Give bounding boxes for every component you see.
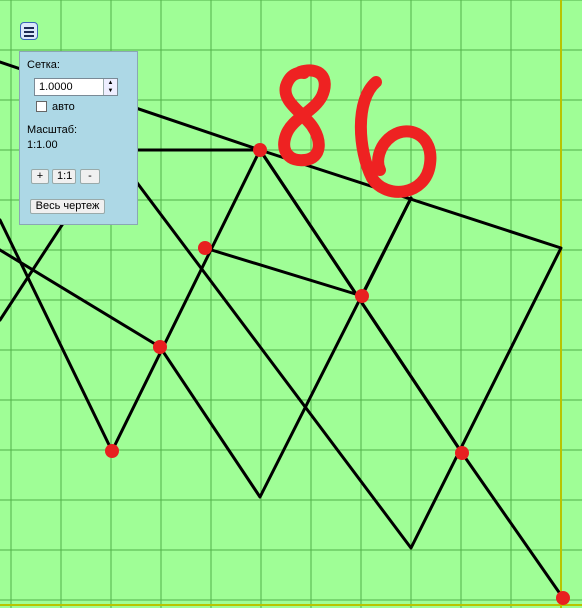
- scale-value: 1:1.00: [27, 139, 58, 151]
- figure-line-cross: [203, 196, 413, 298]
- settings-panel: Сетка: ▲ ▼ авто Масштаб: 1:1.00 + 1:1 - …: [19, 51, 138, 225]
- hamburger-menu-icon-bar: [24, 31, 34, 33]
- point: [253, 143, 267, 157]
- fit-all-button[interactable]: Весь чертеж: [30, 199, 105, 214]
- point: [153, 340, 167, 354]
- auto-label: авто: [52, 101, 75, 113]
- handwritten-digit-8: [278, 64, 331, 167]
- zoom-in-button[interactable]: +: [31, 169, 49, 184]
- point: [455, 446, 469, 460]
- point: [556, 591, 570, 605]
- spin-up-icon[interactable]: ▲: [103, 79, 117, 87]
- hamburger-menu-icon-bar: [24, 35, 34, 37]
- zoom-reset-button[interactable]: 1:1: [52, 169, 76, 184]
- point: [198, 241, 212, 255]
- menu-button[interactable]: [20, 22, 38, 40]
- grid-spinbox[interactable]: ▲ ▼: [34, 78, 118, 96]
- point: [355, 289, 369, 303]
- handwritten-digit-6: [354, 76, 437, 198]
- handwritten-annotation: [278, 64, 437, 198]
- spin-down-icon[interactable]: ▼: [103, 87, 117, 95]
- point: [105, 444, 119, 458]
- figure-points: [105, 143, 570, 605]
- scale-label: Масштаб:: [27, 124, 78, 136]
- grid-value-input[interactable]: [35, 79, 105, 95]
- auto-checkbox[interactable]: [36, 101, 47, 112]
- hamburger-menu-icon: [24, 27, 34, 29]
- zoom-out-button[interactable]: -: [80, 169, 100, 184]
- grid-label: Сетка:: [27, 59, 60, 71]
